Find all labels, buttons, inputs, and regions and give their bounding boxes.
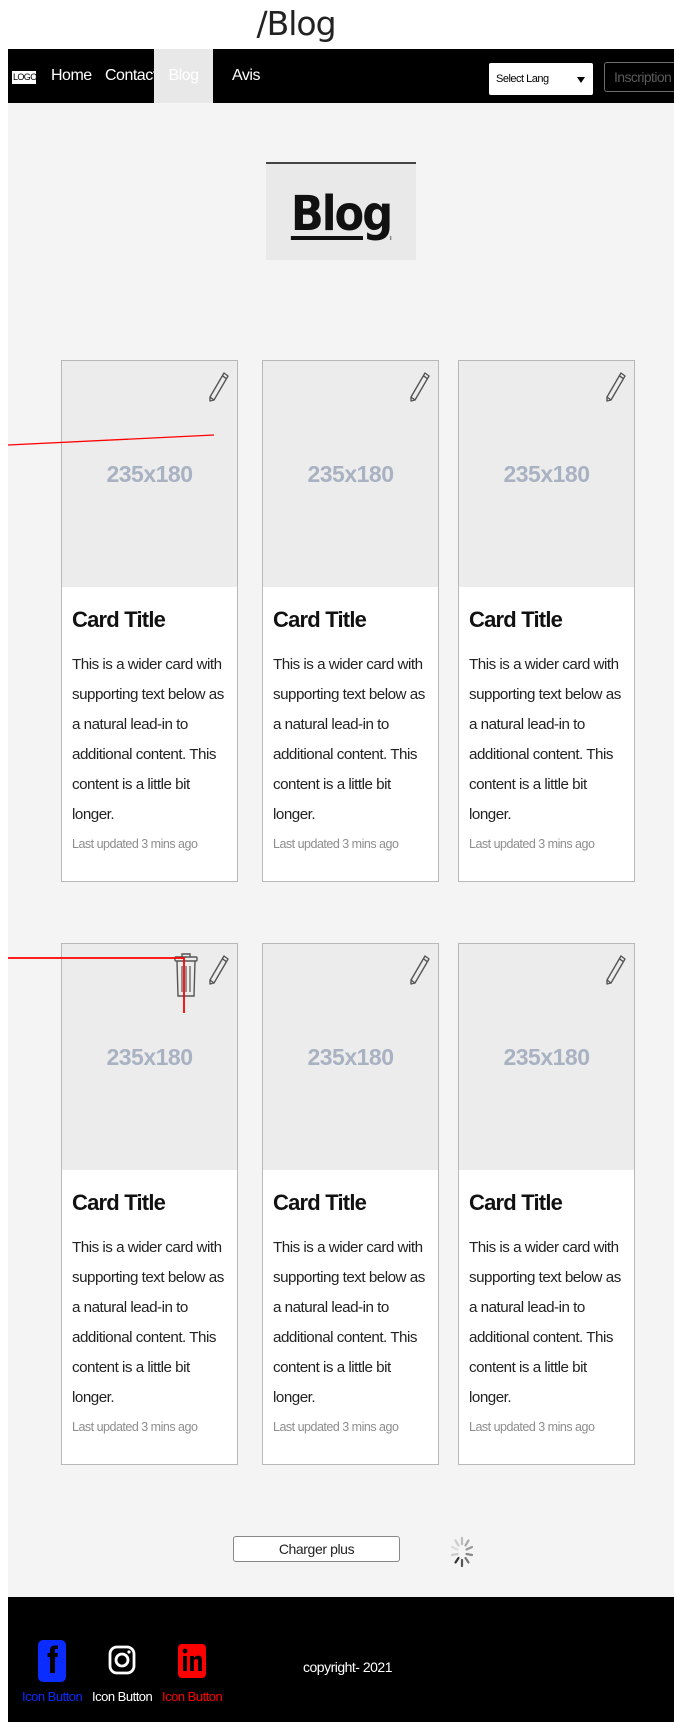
card-text: This is a wider card with supporting tex… [469,1239,621,1406]
logo[interactable]: LOGO [12,71,37,84]
card-title: Card Title [469,1190,563,1215]
blog-card: 235x180 Card Title This is a wider card … [458,360,635,882]
linkedin-icon [178,1644,207,1678]
nav-blog[interactable]: Blog [154,49,213,103]
facebook-icon [38,1640,67,1682]
card-title: Card Title [273,1190,367,1215]
nav-contact[interactable]: Contact [105,49,157,103]
pencil-icon[interactable] [408,371,430,403]
nav-home[interactable]: Home [51,49,92,103]
card-image: 235x180 [459,944,634,1170]
facebook-button[interactable]: Icon Button [22,1639,83,1704]
card-text: This is a wider card with supporting tex… [469,656,621,823]
card-image: 235x180 [263,944,438,1170]
pencil-icon[interactable] [604,371,626,403]
image-placeholder-label: 235x180 [106,1044,193,1070]
caret-down-icon [577,77,585,83]
card-timestamp: Last updated 3 mins ago [469,1420,595,1434]
card-text: This is a wider card with supporting tex… [273,1239,425,1406]
image-placeholder-label: 235x180 [307,461,394,487]
card-title: Card Title [72,607,166,632]
instagram-button-label: Icon Button [92,1689,153,1704]
page-heading-box: Blog [266,162,416,260]
blog-card: 235x180 Card Title This is a wider card … [61,943,238,1465]
signup-button[interactable]: Inscription [604,62,674,92]
pencil-icon[interactable] [604,954,626,986]
card-title: Card Title [273,607,367,632]
card-timestamp: Last updated 3 mins ago [273,1420,399,1434]
copyright-text: copyright- 2021 [303,1659,393,1675]
pencil-icon[interactable] [207,954,229,986]
linkedin-button[interactable]: Icon Button [162,1639,223,1704]
card-title: Card Title [469,607,563,632]
blog-card: 235x180 Card Title This is a wider card … [458,943,635,1465]
page-title: Blog [290,186,393,242]
card-timestamp: Last updated 3 mins ago [273,837,399,851]
image-placeholder-label: 235x180 [503,1044,590,1070]
footer: Icon Button Icon Button Icon Button copy… [8,1597,674,1722]
card-title: Card Title [72,1190,166,1215]
image-placeholder-label: 235x180 [307,1044,394,1070]
card-timestamp: Last updated 3 mins ago [469,837,595,851]
instagram-button[interactable]: Icon Button [92,1639,153,1704]
annotation-line-edit [8,434,215,446]
card-text: This is a wider card with supporting tex… [72,656,224,823]
card-timestamp: Last updated 3 mins ago [72,837,198,851]
facebook-button-label: Icon Button [22,1689,83,1704]
navbar: LOGO Home Contact Blog Avis Select Lang … [8,49,674,103]
card-image: 235x180 [459,361,634,587]
nav-avis[interactable]: Avis [232,49,260,103]
pencil-icon[interactable] [408,954,430,986]
loading-spinner-icon [450,1536,474,1568]
instagram-icon [108,1645,136,1675]
linkedin-button-label: Icon Button [162,1689,223,1704]
page: LOGO Home Contact Blog Avis Select Lang … [8,49,674,1722]
load-more-button[interactable]: Charger plus [233,1536,400,1562]
card-timestamp: Last updated 3 mins ago [72,1420,198,1434]
card-image: 235x180 [263,361,438,587]
language-select-label: Select Lang [496,73,549,85]
card-text: This is a wider card with supporting tex… [72,1239,224,1406]
language-select[interactable]: Select Lang [489,63,593,95]
blog-card: 235x180 Card Title This is a wider card … [262,360,439,882]
blog-card: 235x180 Card Title This is a wider card … [262,943,439,1465]
annotation-line-delete [8,957,185,1013]
image-placeholder-label: 235x180 [503,461,590,487]
card-text: This is a wider card with supporting tex… [273,656,425,823]
route-title: /Blog [256,4,336,43]
